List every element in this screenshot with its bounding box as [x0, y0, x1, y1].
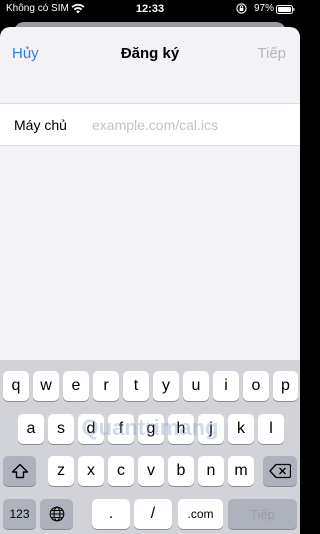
dot-key[interactable]: . [92, 499, 130, 529]
globe-icon [49, 506, 64, 522]
key-v[interactable]: v [138, 456, 164, 486]
key-n[interactable]: n [198, 456, 224, 486]
server-input[interactable] [92, 113, 288, 137]
key-w[interactable]: w [33, 371, 59, 401]
status-bar: Không có SIM 12:33 97% [0, 0, 300, 18]
key-l[interactable]: l [258, 414, 284, 444]
key-r[interactable]: r [93, 371, 119, 401]
key-g[interactable]: g [138, 414, 164, 444]
key-p[interactable]: p [273, 371, 298, 401]
key-t[interactable]: t [123, 371, 149, 401]
key-q[interactable]: q [3, 371, 29, 401]
key-y[interactable]: y [153, 371, 179, 401]
next-button[interactable]: Tiếp [257, 45, 286, 62]
key-c[interactable]: c [108, 456, 134, 486]
key-e[interactable]: e [63, 371, 89, 401]
key-k[interactable]: k [228, 414, 254, 444]
key-h[interactable]: h [168, 414, 194, 444]
screen: Không có SIM 12:33 97% Hủy Đăng ký Tiếp … [0, 0, 300, 534]
delete-key[interactable] [263, 456, 297, 486]
key-x[interactable]: x [78, 456, 104, 486]
key-a[interactable]: a [18, 414, 44, 444]
key-u[interactable]: u [183, 371, 209, 401]
key-o[interactable]: o [243, 371, 269, 401]
battery-icon [276, 5, 295, 14]
shift-key[interactable] [3, 456, 36, 486]
page-title: Đăng ký [120, 45, 180, 62]
server-label: Máy chủ [14, 117, 67, 133]
key-d[interactable]: d [78, 414, 104, 444]
shift-icon [11, 463, 28, 479]
dotcom-key[interactable]: .com [178, 499, 223, 529]
key-z[interactable]: z [48, 456, 74, 486]
keyboard: q w e r t y u i o p a s d f g h j k l z … [0, 360, 300, 534]
navigation-bar: Hủy Đăng ký Tiếp [0, 27, 300, 79]
battery-percent: 97% [254, 3, 275, 14]
key-f[interactable]: f [108, 414, 134, 444]
return-key[interactable]: Tiếp [228, 499, 297, 529]
delete-icon [269, 463, 291, 479]
server-row: Máy chủ [0, 103, 300, 146]
slash-key[interactable]: / [134, 499, 172, 529]
key-s[interactable]: s [48, 414, 74, 444]
key-b[interactable]: b [168, 456, 194, 486]
globe-key[interactable] [40, 499, 73, 529]
numbers-key[interactable]: 123 [3, 499, 36, 529]
key-j[interactable]: j [198, 414, 224, 444]
key-m[interactable]: m [228, 456, 254, 486]
orientation-lock-icon [236, 3, 247, 14]
key-i[interactable]: i [213, 371, 239, 401]
